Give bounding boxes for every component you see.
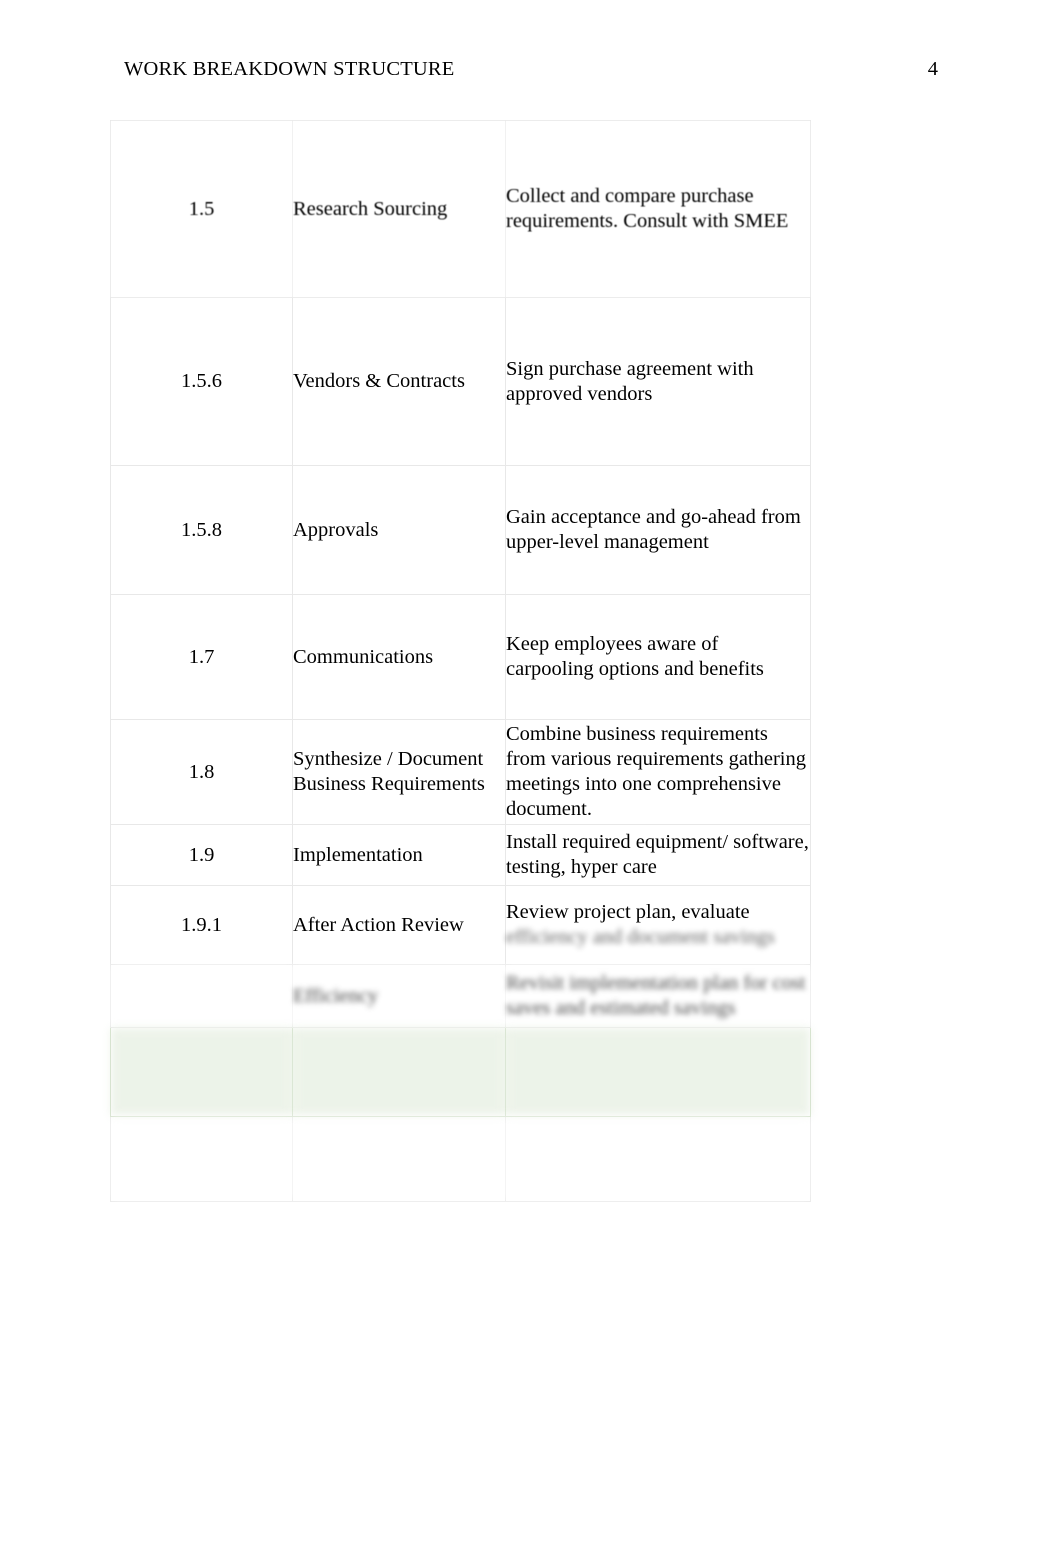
cell-task-name: Efficiency [292, 964, 506, 1028]
cell-wbs-id: 1.7 [110, 594, 293, 720]
cell-task-name: Implementation [292, 824, 506, 886]
cell-description-blurred: efficiency and document savings [506, 926, 775, 948]
table-row: 1.5.8 Approvals Gain acceptance and go-a… [110, 465, 811, 595]
cell-task-name [292, 1027, 506, 1117]
cell-task-name: Synthesize / Document Business Requireme… [292, 719, 506, 825]
cell-description: Collect and compare purchase requirement… [505, 120, 811, 298]
page-number: 4 [927, 58, 938, 80]
table-row: 1.5.6 Vendors & Contracts Sign purchase … [110, 297, 811, 466]
cell-description-legible: Review project plan, evaluate [506, 901, 750, 923]
table-row: 1.9.1 After Action Review Review project… [110, 885, 811, 965]
table-row: 1.8 Synthesize / Document Business Requi… [110, 719, 811, 825]
cell-task-name: After Action Review [292, 885, 506, 965]
cell-wbs-id: 1.5 [110, 120, 293, 298]
cell-description: Revisit implementation plan for cost sav… [505, 964, 811, 1028]
cell-wbs-id: 1.9.1 [110, 885, 293, 965]
cell-wbs-id [110, 1027, 293, 1117]
cell-wbs-id: 1.8 [110, 719, 293, 825]
cell-description: Combine business requirements from vario… [505, 719, 811, 825]
table-row: 1.9 Implementation Install required equi… [110, 824, 811, 886]
cell-wbs-id: 1.5.6 [110, 297, 293, 466]
table-row [110, 1116, 811, 1202]
cell-wbs-id [110, 964, 293, 1028]
table-row: 1.7 Communications Keep employees aware … [110, 594, 811, 720]
table-row: 1.5 Research Sourcing Collect and compar… [110, 120, 811, 298]
cell-description [505, 1116, 811, 1202]
cell-description: Review project plan, evaluate efficiency… [505, 885, 811, 965]
cell-description: Gain acceptance and go-ahead from upper-… [505, 465, 811, 595]
cell-task-name: Research Sourcing [292, 120, 506, 298]
cell-task-name: Approvals [292, 465, 506, 595]
cell-wbs-id: 1.5.8 [110, 465, 293, 595]
page-header: WORK BREAKDOWN STRUCTURE 4 [124, 58, 938, 81]
cell-description: Sign purchase agreement with approved ve… [505, 297, 811, 466]
cell-task-name [292, 1116, 506, 1202]
cell-description: Install required equipment/ software, te… [505, 824, 811, 886]
table-row: Efficiency Revisit implementation plan f… [110, 964, 811, 1028]
page-title: WORK BREAKDOWN STRUCTURE [124, 58, 455, 80]
cell-wbs-id: 1.9 [110, 824, 293, 886]
table-row-highlighted [110, 1027, 811, 1117]
cell-task-name: Communications [292, 594, 506, 720]
cell-wbs-id [110, 1116, 293, 1202]
cell-task-name: Vendors & Contracts [292, 297, 506, 466]
work-breakdown-structure-table: 1.5 Research Sourcing Collect and compar… [110, 120, 811, 1202]
cell-description: Keep employees aware of carpooling optio… [505, 594, 811, 720]
cell-description [505, 1027, 811, 1117]
